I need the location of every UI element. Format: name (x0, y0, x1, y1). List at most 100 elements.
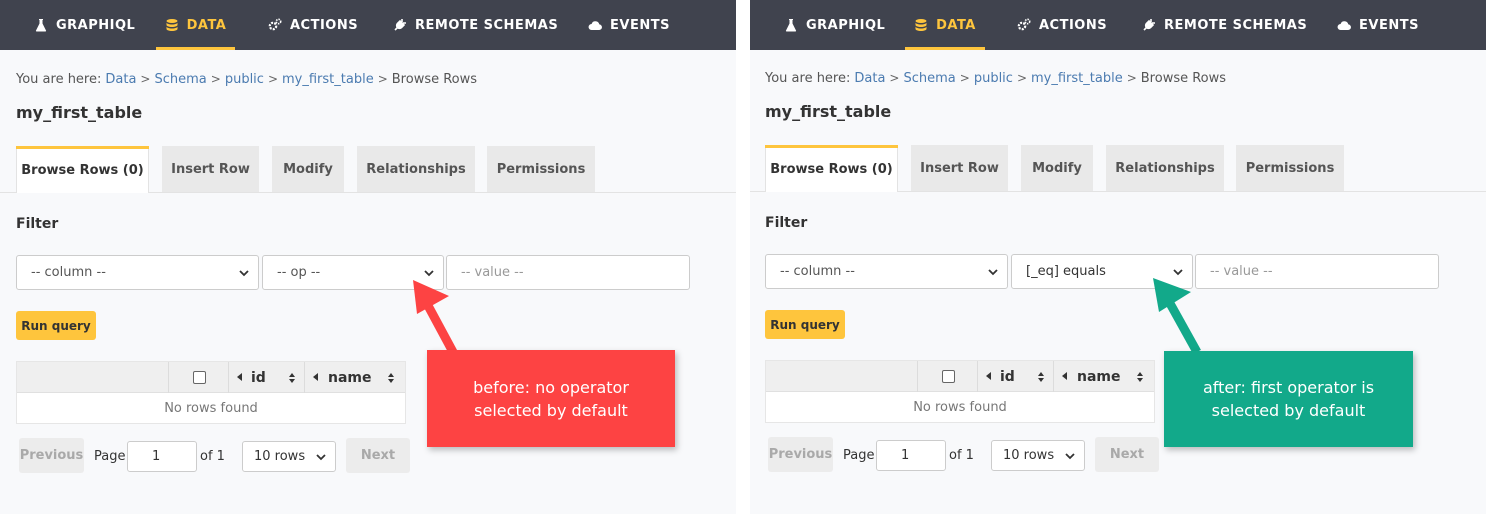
sort-icon[interactable] (1136, 371, 1144, 383)
breadcrumb-link-schema[interactable]: Schema (903, 71, 955, 86)
sort-icon[interactable] (1037, 371, 1045, 383)
nav-data[interactable]: DATA (905, 0, 985, 50)
breadcrumb-separator: > (140, 72, 151, 86)
flask-icon (784, 18, 798, 32)
rows-per-page-select[interactable]: 10 rows (242, 441, 336, 472)
nav-actions-label: ACTIONS (1039, 17, 1108, 33)
header-divider (304, 362, 305, 393)
column-select-value: -- column -- (780, 264, 855, 279)
nav-graphiql[interactable]: GRAPHIQL (34, 0, 135, 50)
empty-state-text: No rows found (913, 400, 1007, 415)
resize-handle-icon[interactable] (986, 372, 991, 380)
tab-insert-row[interactable]: Insert Row (162, 146, 259, 192)
nav-events[interactable]: EVENTS (1337, 0, 1419, 50)
tab-relationships[interactable]: Relationships (1106, 145, 1224, 191)
column-header-id[interactable]: id (1000, 361, 1015, 392)
column-header-name[interactable]: name (328, 362, 372, 393)
breadcrumb-separator: > (377, 72, 388, 86)
breadcrumb-link-data[interactable]: Data (105, 72, 136, 87)
column-header-name[interactable]: name (1077, 361, 1121, 392)
tab-browse-rows[interactable]: Browse Rows (0) (16, 146, 149, 193)
tab-permissions[interactable]: Permissions (487, 146, 595, 192)
page-count-label: of 1 (949, 448, 974, 463)
cloud-icon (588, 18, 602, 32)
nav-data[interactable]: DATA (156, 0, 235, 50)
page-title: my_first_table (16, 103, 143, 122)
breadcrumb-link-table[interactable]: my_first_table (282, 72, 374, 87)
nav-actions[interactable]: ACTIONS (1017, 0, 1107, 50)
select-all-checkbox[interactable] (193, 371, 206, 384)
sort-icon[interactable] (387, 372, 395, 384)
breadcrumb-link-public[interactable]: public (225, 72, 264, 87)
resize-handle-icon[interactable] (1062, 372, 1067, 380)
rows-table: id name No rows found (16, 361, 406, 424)
previous-button[interactable]: Previous (19, 438, 84, 473)
breadcrumb-link-public[interactable]: public (974, 71, 1013, 86)
breadcrumb-link-schema[interactable]: Schema (154, 72, 206, 87)
header-divider (168, 362, 169, 393)
annotation-arrow (1153, 278, 1201, 355)
database-icon (914, 18, 928, 32)
breadcrumb: You are here: Data > Schema > public > m… (765, 71, 1226, 86)
page-title: my_first_table (765, 102, 892, 121)
before-callout: before: no operator selected by default (427, 350, 675, 447)
previous-button[interactable]: Previous (768, 437, 833, 472)
tab-modify[interactable]: Modify (1021, 145, 1093, 191)
breadcrumb: You are here: Data > Schema > public > m… (16, 72, 477, 87)
breadcrumb-separator: > (210, 72, 221, 86)
tab-relationships[interactable]: Relationships (357, 146, 475, 192)
breadcrumb-link-data[interactable]: Data (854, 71, 885, 86)
column-header-id[interactable]: id (251, 362, 266, 393)
chevron-down-icon (988, 269, 998, 276)
header-divider (917, 361, 918, 392)
resize-handle-icon[interactable] (313, 373, 318, 381)
nav-graphiql-label: GRAPHIQL (806, 17, 886, 33)
nav-actions-label: ACTIONS (290, 17, 359, 33)
nav-data-label: DATA (186, 17, 227, 33)
breadcrumb-separator: > (959, 71, 970, 85)
page-number-input[interactable]: 1 (876, 440, 946, 471)
nav-remote-schemas[interactable]: REMOTE SCHEMAS (393, 0, 558, 50)
database-icon (165, 18, 179, 32)
before-panel: GRAPHIQL DATA ACTIONS REMOTE SCHEMAS EVE… (0, 0, 736, 514)
plug-icon (1142, 18, 1156, 32)
nav-graphiql[interactable]: GRAPHIQL (784, 0, 885, 50)
tab-permissions[interactable]: Permissions (1236, 145, 1344, 191)
run-query-button[interactable]: Run query (16, 311, 96, 340)
nav-events-label: EVENTS (1359, 17, 1419, 33)
breadcrumb-current: Browse Rows (391, 72, 478, 87)
resize-handle-icon[interactable] (237, 373, 242, 381)
rows-per-page-value: 10 rows (254, 449, 306, 464)
after-panel: GRAPHIQL DATA ACTIONS REMOTE SCHEMAS EVE… (750, 0, 1486, 514)
chevron-down-icon (1065, 453, 1075, 460)
empty-state-text: No rows found (164, 401, 258, 416)
tab-browse-rows[interactable]: Browse Rows (0) (765, 145, 898, 192)
breadcrumb-separator: > (1126, 71, 1137, 85)
flask-icon (34, 18, 48, 32)
nav-events[interactable]: EVENTS (588, 0, 670, 50)
breadcrumb-separator: > (267, 72, 279, 86)
breadcrumb-separator: > (889, 71, 900, 85)
sort-icon[interactable] (288, 372, 296, 384)
page-number-input[interactable]: 1 (127, 441, 197, 472)
next-button[interactable]: Next (1095, 437, 1159, 472)
tab-insert-row[interactable]: Insert Row (911, 145, 1008, 191)
next-button[interactable]: Next (346, 438, 410, 473)
column-select[interactable]: -- column -- (765, 254, 1008, 289)
run-query-button[interactable]: Run query (765, 310, 845, 339)
gears-icon (1017, 18, 1031, 32)
select-all-checkbox[interactable] (942, 370, 955, 383)
nav-remote-schemas[interactable]: REMOTE SCHEMAS (1142, 0, 1307, 50)
column-select[interactable]: -- column -- (16, 255, 259, 290)
filter-label: Filter (16, 216, 59, 232)
tab-modify[interactable]: Modify (272, 146, 344, 192)
nav-actions[interactable]: ACTIONS (268, 0, 358, 50)
page-label: Page (94, 449, 126, 464)
table-header: id name (17, 362, 405, 393)
breadcrumb-link-table[interactable]: my_first_table (1031, 71, 1123, 86)
value-input[interactable]: -- value -- (1195, 254, 1439, 289)
table-header: id name (766, 361, 1154, 392)
column-select-value: -- column -- (31, 265, 106, 280)
rows-per-page-select[interactable]: 10 rows (991, 440, 1085, 471)
nav-remote-schemas-label: REMOTE SCHEMAS (1164, 17, 1308, 33)
